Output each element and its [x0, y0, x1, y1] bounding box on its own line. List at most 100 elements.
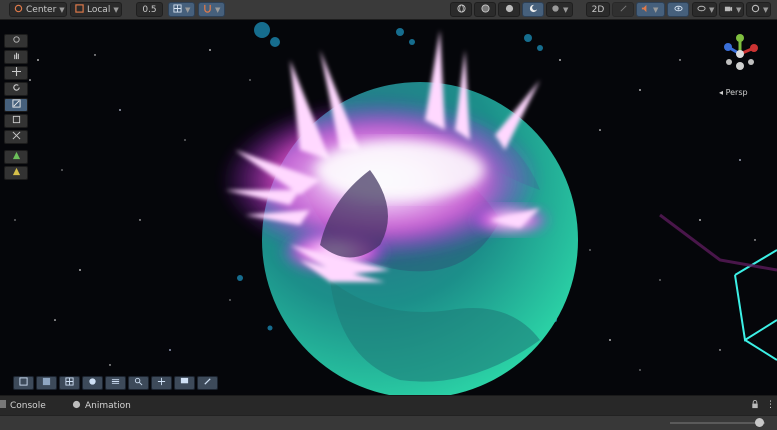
snap-value-field[interactable]: 0.5 — [136, 2, 163, 17]
eye-icon — [673, 4, 683, 16]
custom-tool-2-button[interactable] — [4, 166, 28, 180]
animation-icon — [72, 400, 81, 412]
effects-toggle[interactable] — [667, 2, 689, 17]
scene-render — [14, 22, 777, 395]
chevron-down-icon: ▼ — [763, 5, 769, 14]
magnet-icon — [203, 4, 212, 16]
lighting-toggle[interactable] — [612, 2, 634, 17]
tab-animation[interactable]: Animation — [72, 400, 131, 412]
shading-shaded-wireframe-button[interactable] — [474, 2, 496, 17]
tools-overlay — [4, 34, 31, 182]
chevron-down-icon: ▼ — [653, 5, 659, 14]
move-tool-button[interactable] — [4, 66, 28, 80]
shaded-wireframe-sphere-icon — [480, 3, 490, 16]
kebab-menu-icon: ⋮ — [766, 400, 775, 410]
overlay-button-8[interactable] — [174, 376, 195, 390]
persp-label: Persp — [725, 88, 748, 97]
hidden-objects-dropdown[interactable]: ▼ — [692, 2, 717, 17]
overlay-button-2[interactable] — [36, 376, 57, 390]
view-tool-button[interactable] — [4, 34, 28, 48]
wireframe-sphere-icon — [456, 3, 466, 16]
overlay-toolbar — [13, 376, 218, 390]
overlay-button-9[interactable] — [197, 376, 218, 390]
camera-settings-dropdown[interactable]: ▼ — [719, 2, 744, 17]
camera-icon — [724, 4, 733, 16]
shading-lit-button[interactable] — [522, 2, 544, 17]
overlay-button-7[interactable] — [151, 376, 172, 390]
pivot-rotation-label: Local — [87, 4, 111, 15]
tab-menu-button[interactable]: ⋮ — [766, 400, 775, 410]
custom-tool-icon — [12, 151, 21, 163]
frame-icon — [19, 377, 28, 389]
camera-projection-label[interactable]: ◂ Persp — [719, 88, 748, 97]
scene-viewport[interactable]: ◂ Persp — [0, 20, 777, 395]
orientation-gizmo[interactable] — [710, 32, 770, 90]
chevron-down-icon: ▼ — [185, 5, 191, 14]
magenta-structure — [659, 213, 777, 272]
shaded-sphere-icon — [505, 4, 514, 16]
rotate-tool-button[interactable] — [4, 82, 28, 96]
overlay-button-1[interactable] — [13, 376, 34, 390]
scale-icon — [11, 99, 21, 111]
zoom-slider[interactable] — [670, 418, 765, 427]
lit-sphere-icon — [529, 4, 538, 16]
lock-button[interactable] — [751, 400, 759, 412]
shading-shaded-button[interactable] — [498, 2, 520, 17]
custom-tool-button[interactable] — [4, 150, 28, 164]
chevron-down-icon: ▼ — [113, 5, 119, 14]
audio-icon — [641, 4, 650, 16]
overlay-button-5[interactable] — [105, 376, 126, 390]
audio-toggle[interactable]: ▼ — [636, 2, 665, 17]
console-icon — [0, 400, 6, 411]
draw-mode-dropdown[interactable]: ▼ — [546, 2, 573, 17]
pivot-rotation-dropdown[interactable]: Local ▼ — [70, 2, 122, 17]
chevron-down-icon: ▼ — [709, 5, 715, 14]
grid-icon — [173, 3, 182, 16]
scene-toolbar: Center ▼ Local ▼ 0.5 ▼ ▼ ▼ 2D ▼ ▼ ▼ ▼ — [0, 0, 777, 20]
increment-snap-button[interactable]: ▼ — [198, 2, 225, 17]
chevron-down-icon: ▼ — [215, 5, 221, 14]
chevron-down-icon: ▼ — [59, 5, 65, 14]
rect-tool-button[interactable] — [4, 114, 28, 128]
tab-console[interactable]: Console — [0, 400, 46, 411]
gizmos-dropdown[interactable]: ▼ — [746, 2, 771, 17]
move-arrows-icon — [157, 377, 166, 389]
zoom-slider-handle[interactable] — [755, 418, 764, 427]
pivot-mode-label: Center — [26, 4, 57, 15]
pivot-mode-dropdown[interactable]: Center ▼ — [9, 2, 67, 17]
chevron-down-icon: ▼ — [736, 5, 742, 14]
local-rotation-icon — [75, 3, 84, 16]
lock-icon — [751, 400, 759, 412]
speech-icon — [180, 377, 189, 389]
tab-console-label: Console — [10, 400, 46, 411]
animation-panel — [0, 415, 777, 430]
rect-transform-icon — [12, 115, 21, 127]
hand-icon — [12, 51, 21, 63]
overlay-button-6[interactable] — [128, 376, 149, 390]
visibility-icon — [697, 4, 706, 16]
overlay-button-3[interactable] — [59, 376, 80, 390]
tab-animation-label: Animation — [85, 401, 131, 411]
grid-snap-button[interactable]: ▼ — [168, 2, 195, 17]
custom-tool-2-icon — [12, 167, 21, 179]
2d-mode-button[interactable]: 2D — [586, 2, 610, 17]
view-icon — [12, 35, 21, 47]
link-icon — [203, 377, 212, 389]
bottom-tab-bar: Console Animation ⋮ — [0, 395, 777, 415]
layers-icon — [111, 377, 120, 389]
magnifier-icon — [134, 377, 143, 389]
sphere-icon — [88, 377, 97, 389]
axis-gizmo-icon — [724, 34, 758, 70]
image-icon — [42, 377, 51, 389]
hand-tool-button[interactable] — [4, 50, 28, 64]
overlay-button-4[interactable] — [82, 376, 103, 390]
2d-mode-label: 2D — [591, 4, 605, 15]
transform-icon — [12, 131, 21, 143]
draw-mode-icon — [551, 4, 560, 16]
snap-value: 0.5 — [142, 4, 157, 15]
scale-tool-button[interactable] — [4, 98, 28, 112]
transform-tool-button[interactable] — [4, 130, 28, 144]
chevron-down-icon: ▼ — [563, 5, 569, 14]
shading-wireframe-button[interactable] — [450, 2, 472, 17]
light-icon — [619, 4, 628, 16]
